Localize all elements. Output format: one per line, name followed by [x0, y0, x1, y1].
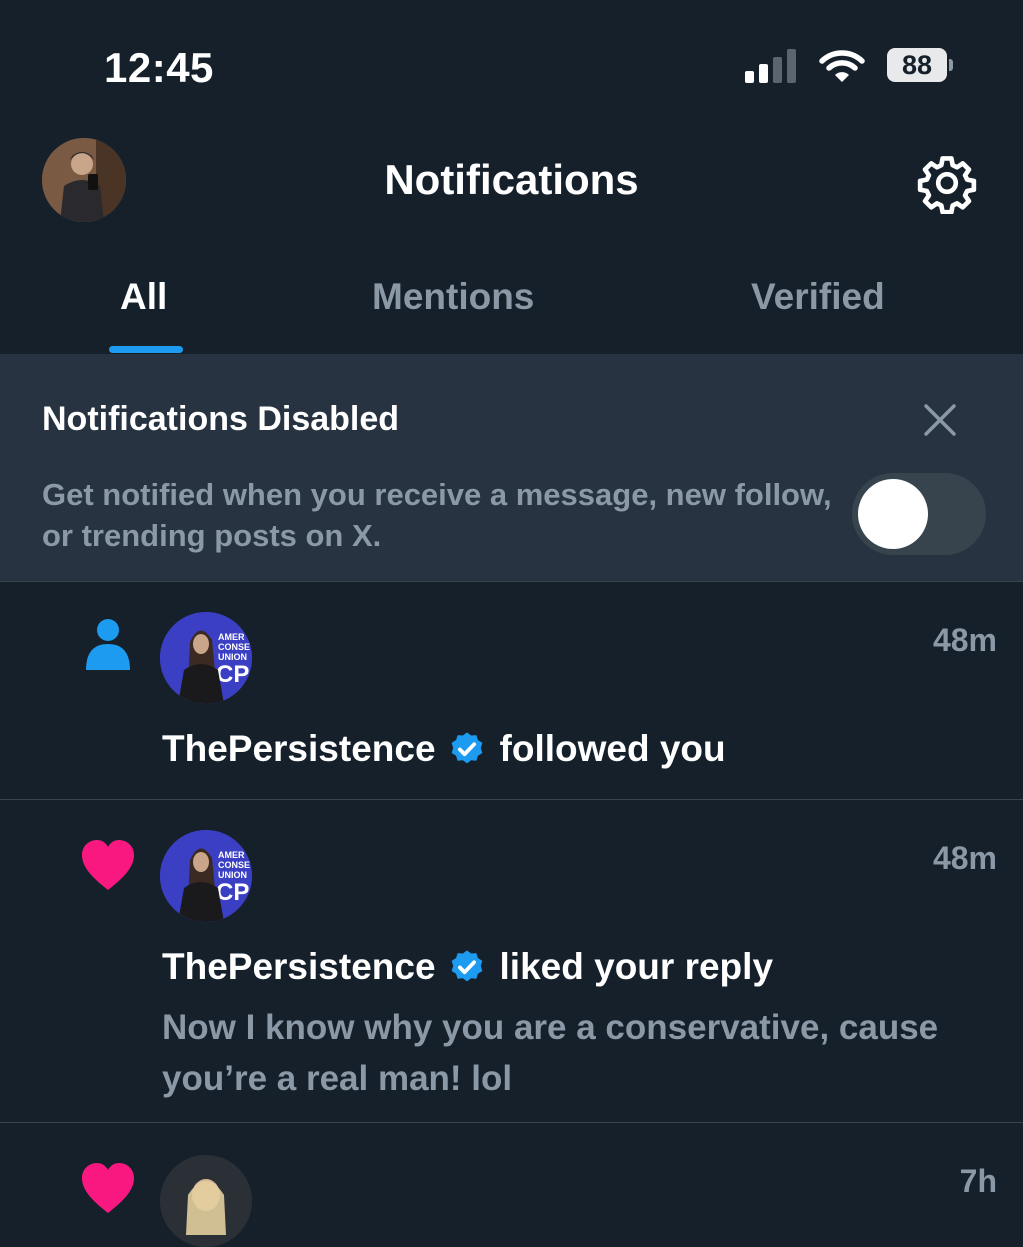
avatar[interactable]: AMER CONSE UNION CPA — [160, 612, 252, 704]
header: Notifications — [0, 130, 1023, 240]
verified-badge-icon — [451, 732, 482, 764]
notifications-toggle[interactable] — [852, 473, 986, 555]
status-time: 12:45 — [104, 44, 214, 91]
tab-indicator — [109, 346, 183, 353]
tab-mentions[interactable]: Mentions — [372, 276, 534, 318]
notification-action: liked your reply — [499, 946, 774, 987]
svg-text:CPA: CPA — [216, 879, 252, 906]
notification-time: 7h — [959, 1163, 997, 1199]
notification-time: 48m — [932, 622, 997, 658]
notification-action: followed you — [499, 728, 726, 769]
svg-text:CONSE: CONSE — [218, 860, 250, 870]
page-title: Notifications — [384, 156, 639, 203]
tab-verified[interactable]: Verified — [751, 276, 885, 318]
reply-text: Now I know why you are a conservative, c… — [162, 1008, 939, 1098]
wifi-icon — [819, 50, 865, 82]
gear-icon[interactable] — [916, 152, 978, 214]
svg-text:CPA: CPA — [216, 661, 252, 688]
svg-text:CONSE: CONSE — [218, 642, 250, 652]
notification-item[interactable]: 7h — [0, 1123, 1023, 1247]
notification-text: ThePersistence followed you — [162, 728, 726, 770]
signal-icon — [745, 49, 796, 83]
avatar[interactable]: AMER CONSE UNION CPA — [160, 830, 252, 922]
person-icon — [86, 619, 130, 670]
notification-item[interactable]: AMER CONSE UNION CPA 48m ThePersistence … — [0, 800, 1023, 1123]
status-bar: 12:45 88 — [0, 0, 1023, 130]
notifications-disabled-banner: Notifications Disabled Get notified when… — [0, 354, 1023, 582]
close-icon[interactable] — [920, 400, 960, 440]
user-name[interactable]: ThePersistence — [162, 946, 436, 988]
banner-title: Notifications Disabled — [42, 400, 400, 438]
user-name[interactable]: ThePersistence — [162, 728, 436, 770]
notification-time: 48m — [932, 840, 997, 876]
verified-badge-icon — [451, 950, 482, 982]
notification-item[interactable]: AMER CONSE UNION CPA 48m ThePersistence … — [0, 582, 1023, 800]
svg-text:AMER: AMER — [218, 850, 245, 860]
avatar[interactable] — [160, 1155, 252, 1247]
status-icons: 88 — [745, 48, 953, 84]
battery-level: 88 — [901, 49, 933, 80]
svg-text:AMER: AMER — [218, 632, 245, 642]
heart-icon — [82, 1163, 134, 1213]
tab-bar: All Mentions Verified — [0, 240, 1023, 354]
heart-icon — [82, 840, 134, 890]
notification-text: ThePersistence liked your reply — [162, 946, 773, 988]
battery-icon: 88 — [887, 48, 953, 84]
banner-description: Get notified when you receive a message,… — [42, 477, 832, 553]
toggle-knob — [858, 479, 928, 549]
tab-all[interactable]: All — [120, 276, 167, 318]
